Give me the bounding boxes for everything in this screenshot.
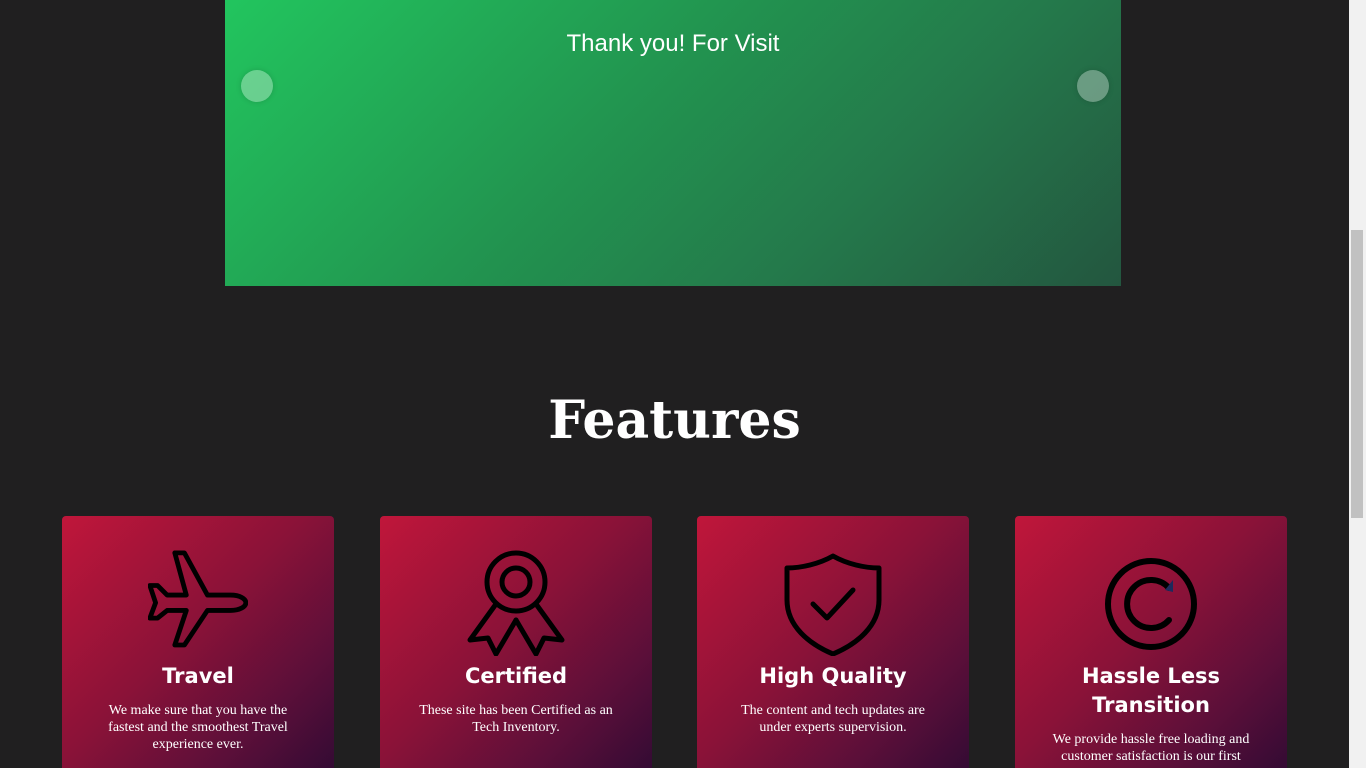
slide-caption: Thank you! For Visit [566,30,780,57]
feature-card-certified: Certified These site has been Certified … [380,516,652,768]
feature-card-description: We make sure that you have the fastest a… [108,703,288,752]
slider-prev-button[interactable] [241,70,273,102]
feature-card-travel: Travel We make sure that you have the fa… [62,516,334,768]
feature-card-hassle-less-transition: Hassle Less Transition We provide hassle… [1015,516,1287,768]
features-heading: Features [548,390,801,451]
feature-card-description: We provide hassle free loading and custo… [1052,732,1250,764]
image-slider: Thank you! For Visit [225,0,1121,286]
feature-card-title: High Quality [759,664,907,688]
feature-card-title: Certified [464,664,568,688]
slider-next-button[interactable] [1077,70,1109,102]
scrollbar-thumb[interactable] [1351,230,1363,518]
shield-check-icon [783,550,883,657]
feature-card-description: The content and tech updates are under e… [741,703,925,735]
feature-card-high-quality: High Quality The content and tech update… [697,516,969,768]
feature-card-title: Travel [162,664,234,688]
vertical-scrollbar[interactable] [1349,0,1366,768]
copyright-icon [1101,550,1201,656]
feature-card-title: Hassle Less Transition [1081,664,1221,717]
page: Thank you! For Visit Features Travel We … [0,0,1366,768]
award-ribbon-icon [466,550,566,657]
feature-card-description: These site has been Certified as an Tech… [419,703,613,735]
airplane-icon [147,550,249,656]
